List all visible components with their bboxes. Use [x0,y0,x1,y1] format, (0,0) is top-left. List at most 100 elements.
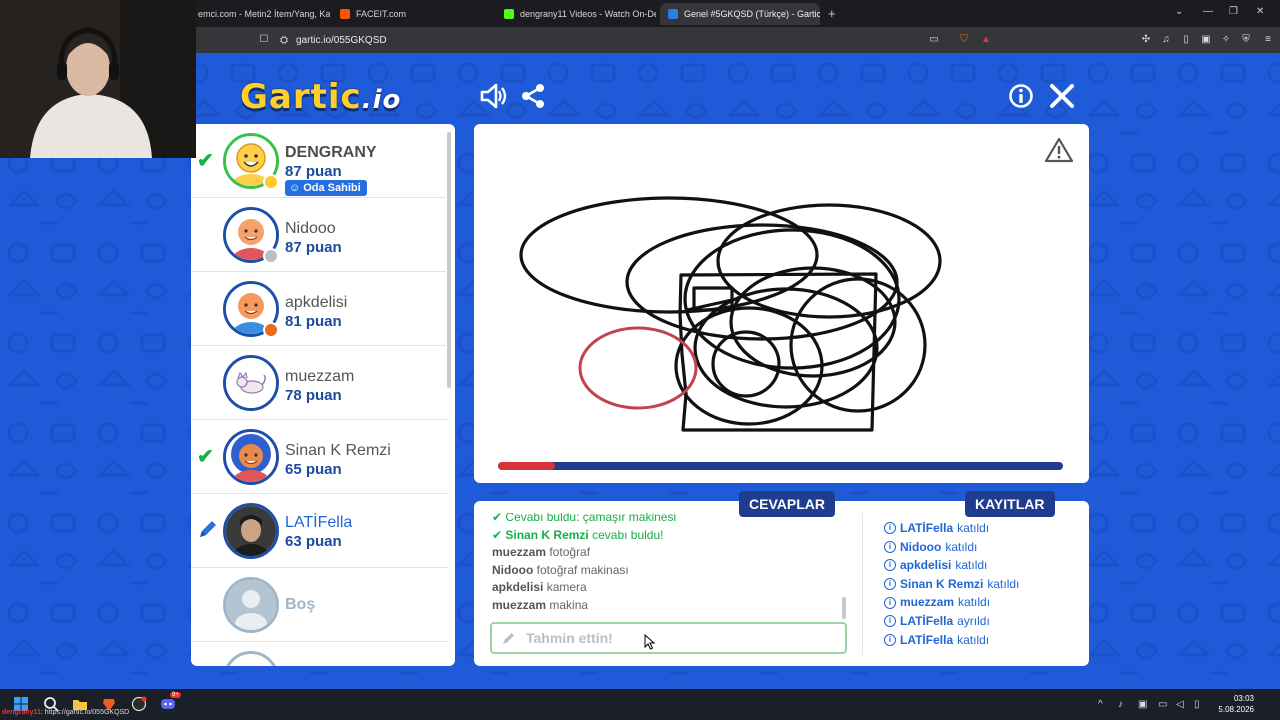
answer-user: muezzam [492,597,547,612]
empty-user-icon [226,580,276,630]
taskbar-clock[interactable]: 03:03 5.08.2026 [1208,693,1254,715]
site-info-icon[interactable]: ⛭ [280,35,288,46]
url-field[interactable]: ⛭ gartic.io/055GKQSD [280,30,1000,50]
url-text: gartic.io/055GKQSD [296,34,387,46]
answer-user: muezzam [492,545,547,559]
player-row[interactable]: LATİFella 63 puan [191,494,449,568]
sound-icon[interactable] [478,81,508,111]
log-user: LATİFella [900,613,954,628]
answer-text: cevabı buldu! [592,527,664,542]
answer-line: apkdelisi kamera [492,579,842,597]
browser-tab[interactable]: dengrany11 Videos - Watch On-Dem [496,3,656,25]
log-user: muezzam [900,595,955,610]
browser-tab-active[interactable]: Genel #5GKQSD (Türkçe) - Gartic ✕ [660,3,820,25]
round-timer-bar [498,462,1063,470]
close-icon[interactable] [1047,81,1077,111]
sidebar-icon[interactable]: ▯ [1180,34,1192,46]
tray-app-icon[interactable]: ▣ [1138,699,1147,710]
log-text: katıldı [945,539,978,554]
player-row[interactable]: muezzam 78 puan [191,346,449,420]
answers-scrollbar[interactable] [842,597,846,619]
tab-title: dengrany11 Videos - Watch On-Dem [520,9,656,19]
microphone-icon[interactable]: ♪ [1118,699,1123,710]
round-timer-fill [498,462,555,470]
drawing [519,196,942,432]
empty-slot-row[interactable] [191,642,449,666]
avatar [223,429,279,485]
browser-tab[interactable]: FACEIT.com [332,3,492,25]
brave-rewards-icon[interactable]: ▲ [980,34,992,46]
player-name: muezzam [285,368,355,385]
discord-icon[interactable] [160,696,176,712]
logs-tab[interactable]: KAYITLAR [965,491,1055,517]
player-row[interactable]: Nidooo 87 puan [191,198,449,272]
check-icon: ✔ [492,513,506,524]
log-line: i Sinan K Remzi katıldı [884,575,1084,594]
log-user: apkdelisi [900,558,952,573]
gartic-favicon-icon [668,9,678,19]
guess-input[interactable]: Tahmin ettin! [490,622,847,654]
player-score: 81 puan [285,313,342,330]
tray-overflow-icon[interactable]: ^ [1098,699,1103,710]
check-icon: ✔ [492,527,506,542]
vpn-icon[interactable]: ⛨ [1240,34,1252,46]
log-text: katıldı [957,632,990,647]
tab-list-icon[interactable]: ⌄ [1175,6,1183,17]
info-icon: i [884,615,896,628]
stream-url: : https://gartic.io/055GKQSD [40,709,130,716]
browser-tab[interactable]: emci.com - Metin2 İtem/Yang, Karak [190,3,330,25]
new-tab-button[interactable]: + [828,6,836,21]
gartic-logo[interactable]: Gartic.io [240,77,401,117]
log-text: katıldı [987,576,1020,591]
answer-user: apkdelisi [492,580,544,594]
close-window-icon[interactable]: ✕ [1256,6,1264,17]
drawing-pencil-icon [200,521,216,537]
extensions-icon[interactable]: ✣ [1140,34,1152,46]
player-row[interactable]: apkdelisi 81 puan [191,272,449,346]
cast-icon[interactable]: ▭ [928,34,940,46]
log-text: katıldı [955,558,988,573]
bookmark-icon[interactable]: ☐ [258,34,270,46]
player-name: apkdelisi [285,294,348,311]
log-line: i muezzam katıldı [884,593,1084,612]
answer-line: muezzam makina [492,597,842,615]
answer-text: fotoğraf [549,545,591,559]
kick-favicon-icon [504,9,514,19]
answers-list[interactable]: ✔ Cevabı buldu: çamaşır makinesi ✔ Sinan… [492,513,842,623]
menu-icon[interactable]: ≡ [1262,34,1274,46]
volume-icon[interactable]: ◁ [1176,699,1184,710]
player-score: 78 puan [285,387,342,404]
empty-slot-row[interactable]: Boş [191,568,449,642]
info-icon: i [884,596,896,609]
player-name: LATİFella [285,514,353,531]
wallet-icon[interactable]: ▣ [1200,34,1212,46]
minimize-icon[interactable]: — [1203,6,1213,17]
avatar-face-icon [226,432,276,482]
player-row[interactable]: ✔ DENGRANY 87 puan ☺ Oda Sahibi [191,124,449,198]
logo-text: Gartic [240,77,362,117]
drawing-canvas[interactable] [474,124,1089,483]
player-row[interactable]: ✔ Sinan K Remzi 65 puan [191,420,449,494]
player-name: DENGRANY [285,144,377,161]
maximize-icon[interactable]: ❐ [1229,6,1238,17]
info-icon: i [884,540,896,553]
player-score: 87 puan [285,239,342,256]
media-icon[interactable]: ♫ [1160,34,1172,46]
badge-label: Oda Sahibi [303,182,361,194]
info-icon[interactable] [1006,81,1036,111]
network-icon[interactable]: ▭ [1158,699,1167,710]
battery-icon[interactable]: ▯ [1194,699,1200,710]
player-name: Boş [285,596,316,613]
answer-text: makina [549,597,589,612]
log-line: i LATİFella katıldı [884,519,1084,538]
cat-avatar-icon [226,358,276,408]
obs-icon[interactable] [131,696,147,712]
share-icon[interactable] [518,81,548,111]
brave-shield-icon[interactable]: ⛉ [958,34,970,46]
notification-badge: 9+ [170,692,181,698]
leo-ai-icon[interactable]: ✧ [1220,34,1232,46]
chat-panel: CEVAPLAR KAYITLAR ✔ Cevabı buldu: çamaşı… [474,491,1089,666]
info-icon: i [884,578,896,591]
room-owner-badge: ☺ Oda Sahibi [285,180,367,196]
log-line: i LATİFella katıldı [884,631,1084,650]
